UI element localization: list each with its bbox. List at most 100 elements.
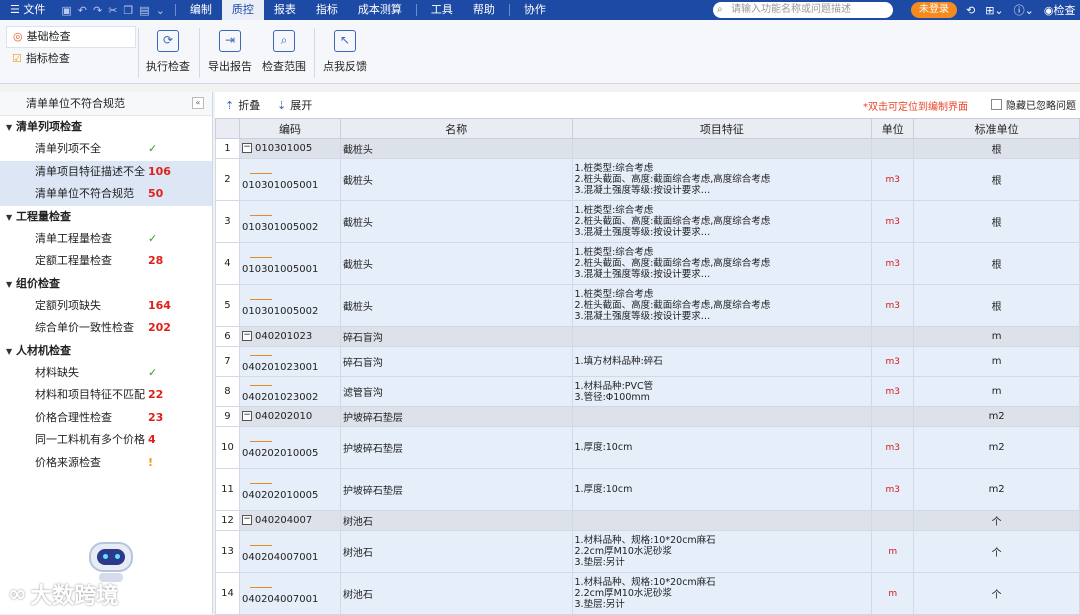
- tree-group[interactable]: ▼ 清单列项检查: [0, 116, 212, 138]
- table-row[interactable]: 7 040201023001 碎石盲沟 1.填方材料品种:碎石 m3 m: [215, 346, 1080, 377]
- tree-item[interactable]: 清单单位不符合规范 50: [0, 183, 212, 206]
- search-input[interactable]: ⌕ 请输入功能名称或问题描述: [713, 2, 893, 18]
- col-header-name[interactable]: 名称: [339, 118, 573, 139]
- redo-icon[interactable]: ↷: [93, 4, 102, 17]
- run-check-button[interactable]: ⟳ 执行检查: [141, 26, 195, 74]
- table-row[interactable]: 11 040202010005 护坡碎石垫层 1.厚度:10cm m3 m2: [215, 468, 1080, 511]
- info-icon[interactable]: ⓘ⌄: [1014, 2, 1034, 18]
- menu-file[interactable]: ☰ 文件: [0, 0, 55, 20]
- menu-tools[interactable]: 工具: [421, 0, 463, 20]
- results-toolbar: ⇡ 折叠 ⇣ 展开 *双击可定位到编制界面 隐藏已忽略问题: [215, 92, 1080, 116]
- table-row[interactable]: 10 040202010005 护坡碎石垫层 1.厚度:10cm m3 m2: [215, 426, 1080, 469]
- tree-item[interactable]: 清单项目特征描述不全 106: [0, 160, 212, 183]
- collapse-panel-icon[interactable]: «: [192, 97, 204, 109]
- code-cell-text: 010301005002: [241, 305, 319, 317]
- issue-count: 22: [148, 388, 164, 401]
- expand-arrow-icon[interactable]: ▼: [6, 274, 16, 296]
- tree-item[interactable]: 材料缺失 ✓: [0, 362, 212, 385]
- tab-index-check[interactable]: ☑ 指标检查: [6, 48, 136, 70]
- tree-item[interactable]: 清单列项不全 ✓: [0, 138, 212, 161]
- col-header-unit[interactable]: 单位: [871, 118, 915, 139]
- col-header-code[interactable]: 编码: [238, 118, 341, 139]
- menu-cost[interactable]: 成本测算: [348, 0, 412, 20]
- hide-ignored-checkbox[interactable]: 隐藏已忽略问题: [991, 97, 1076, 112]
- more-icon[interactable]: ⌄: [156, 4, 165, 17]
- std-unit-cell-text: 根: [991, 260, 1002, 271]
- assistant-robot-icon[interactable]: [84, 537, 138, 583]
- col-header-std-unit[interactable]: 标准单位: [913, 118, 1080, 139]
- tree-item[interactable]: 材料和项目特征不匹配 22: [0, 384, 212, 407]
- tree-item[interactable]: 价格合理性检查 23: [0, 407, 212, 430]
- grid-icon[interactable]: ⊞⌄: [985, 4, 1003, 17]
- check-button[interactable]: ◉检查: [1044, 2, 1076, 18]
- collapse-minus-icon[interactable]: −: [241, 143, 252, 153]
- tree-group-title: 组价检查: [16, 276, 60, 290]
- table-row[interactable]: 2 010301005001 截桩头 1.桩类型:综合考虑 2.桩头截面、高度:截面综…: [215, 158, 1080, 201]
- table-row[interactable]: 12−040204007 树池石个: [215, 510, 1080, 531]
- name-cell-text: 树池石: [342, 517, 373, 528]
- tree-group[interactable]: ▼ 组价检查: [0, 273, 212, 295]
- menu-help[interactable]: 帮助: [463, 0, 505, 20]
- code-cell: 040204007001: [238, 530, 341, 573]
- table-row[interactable]: 13 040204007001 树池石 1.材料品种、规格:10*20cm麻石 2.2…: [215, 530, 1080, 573]
- table-body: 1−010301005 截桩头根 2 010301005001 截桩头 1.桩类型:综合考…: [215, 138, 1080, 615]
- tree-item[interactable]: 定额列项缺失 164: [0, 295, 212, 318]
- save-icon[interactable]: ▣: [61, 4, 71, 17]
- name-cell-text: 截桩头: [342, 260, 373, 271]
- check-scope-button[interactable]: ⌕ 检查范围: [257, 26, 311, 74]
- name-cell: 截桩头: [339, 158, 573, 201]
- name-cell-text: 碎石盲沟: [342, 333, 383, 344]
- col-header-feature[interactable]: 项目特征: [571, 118, 873, 139]
- expand-arrow-icon[interactable]: ▼: [6, 341, 16, 363]
- menu-qc[interactable]: 质控: [221, 0, 264, 20]
- undo-icon[interactable]: ↶: [78, 4, 87, 17]
- name-cell-text: 滤管盲沟: [342, 388, 383, 399]
- right-tools: ⟲ ⊞⌄ ⓘ⌄ ◉检查: [966, 0, 1075, 20]
- tree-connector: [249, 587, 272, 588]
- collapse-minus-icon[interactable]: −: [241, 331, 252, 341]
- tree-item[interactable]: 综合单价一致性检查 202: [0, 317, 212, 340]
- unit-cell: [871, 406, 915, 427]
- table-row[interactable]: 8 040201023002 滤管盲沟 1.材料品种:PVC管 3.管径:Φ100mm…: [215, 376, 1080, 407]
- std-unit-cell: 根: [913, 242, 1080, 285]
- table-row[interactable]: 9−040202010 护坡碎石垫层 m2: [215, 406, 1080, 427]
- tree-item[interactable]: 定额工程量检查 28: [0, 250, 212, 273]
- collapse-minus-icon[interactable]: −: [241, 515, 252, 525]
- tree-group[interactable]: ▼ 人材机检查: [0, 340, 212, 362]
- table-row[interactable]: 4 010301005001 截桩头 1.桩类型:综合考虑 2.桩头截面、高度:截面综…: [215, 242, 1080, 285]
- issue-count: 164: [148, 298, 171, 312]
- feature-cell-text: 1.厚度:10cm: [574, 484, 633, 495]
- export-report-button[interactable]: ⇥ 导出报告: [203, 26, 257, 74]
- menu-collab[interactable]: 协作: [514, 0, 556, 20]
- table-row[interactable]: 6−040201023 碎石盲沟 m: [215, 326, 1080, 347]
- separator: [138, 28, 139, 78]
- expand-button[interactable]: ⇣ 展开: [277, 97, 312, 113]
- expand-arrow-icon[interactable]: ▼: [6, 207, 16, 229]
- menu-edit[interactable]: 编制: [180, 0, 222, 20]
- collapse-minus-icon[interactable]: −: [241, 411, 252, 421]
- std-unit-cell-text: 根: [991, 302, 1002, 313]
- paste-icon[interactable]: ▤: [139, 4, 149, 17]
- menu-report[interactable]: 报表: [264, 0, 306, 20]
- feedback-button[interactable]: ↖ 点我反馈: [318, 26, 372, 74]
- tree-item[interactable]: 价格来源检查!: [0, 452, 212, 475]
- tab-basic-check[interactable]: ◎ 基础检查: [6, 26, 136, 48]
- tree-item[interactable]: 同一工料机有多个价格 4: [0, 429, 212, 452]
- login-button[interactable]: 未登录: [911, 2, 957, 18]
- tree-connector: [249, 173, 272, 174]
- menu-index[interactable]: 指标: [306, 0, 348, 20]
- expand-arrow-icon[interactable]: ▼: [6, 117, 16, 139]
- tree-group[interactable]: ▼ 工程量检查: [0, 206, 212, 228]
- tree-item[interactable]: 清单工程量检查 ✓: [0, 228, 212, 251]
- fold-button[interactable]: ⇡ 折叠: [225, 97, 260, 113]
- table-row[interactable]: 1−010301005 截桩头根: [215, 138, 1080, 159]
- unit-cell: m3: [871, 426, 915, 469]
- refresh-icon[interactable]: ⟲: [966, 4, 975, 17]
- cut-icon[interactable]: ✂: [108, 4, 117, 17]
- table-row[interactable]: 14 040204007001 树池石 1.材料品种、规格:10*20cm麻石 2.2…: [215, 572, 1080, 615]
- feature-cell: [571, 326, 873, 347]
- table-row[interactable]: 5 010301005002 截桩头 1.桩类型:综合考虑 2.桩头截面、高度:截面综…: [215, 284, 1080, 327]
- code-cell: 010301005001: [238, 158, 341, 201]
- table-row[interactable]: 3 010301005002 截桩头 1.桩类型:综合考虑 2.桩头截面、高度:截面综…: [215, 200, 1080, 243]
- copy-icon[interactable]: ❐: [123, 4, 133, 17]
